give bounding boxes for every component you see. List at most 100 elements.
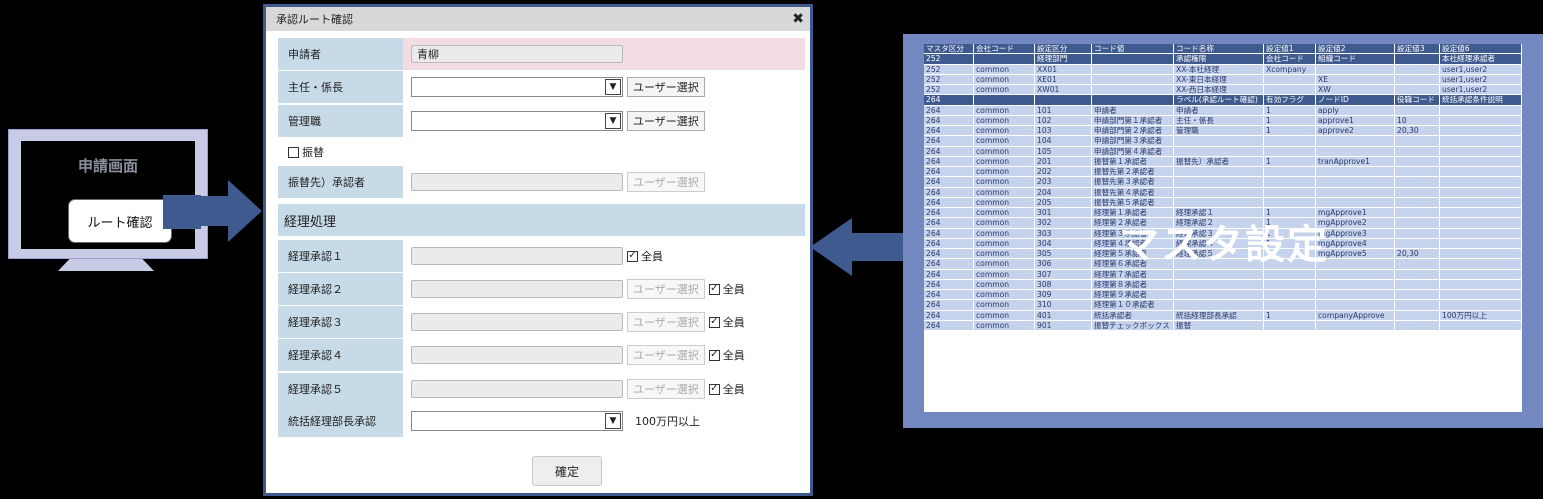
table-cell: 264 xyxy=(924,146,974,157)
accounting-user-select-button[interactable]: ユーザー選択 xyxy=(627,379,705,399)
table-cell xyxy=(1316,279,1395,290)
accounting-label: 経理承認３ xyxy=(278,306,403,338)
table-cell: XE xyxy=(1316,74,1395,85)
accounting-row-5: 経理承認５ ユーザー選択 ✓ 全員 xyxy=(278,373,805,405)
table-cell: 本社経理承認者 xyxy=(1440,54,1522,65)
table-cell xyxy=(1174,146,1264,157)
all-members-check[interactable]: ✓ 全員 xyxy=(708,347,745,363)
table-cell: XE01 xyxy=(1035,74,1092,85)
table-cell: 10 xyxy=(1395,115,1440,126)
transfer-checkbox-wrap[interactable]: 振替 xyxy=(288,144,324,160)
table-cell xyxy=(1092,74,1174,85)
check-icon[interactable]: ✓ xyxy=(708,283,720,295)
table-cell: 901 xyxy=(1035,320,1092,331)
table-cell: 310 xyxy=(1035,300,1092,311)
table-cell xyxy=(1440,115,1522,126)
table-row: 264 common 103 申請部門第２承認者 管理職 1 approve2 20,30 xyxy=(924,126,1522,137)
table-cell: 202 xyxy=(1035,167,1092,178)
table-row: 264 common 202 振替先第２承認者 xyxy=(924,167,1522,178)
manager-label: 管理職 xyxy=(278,105,403,137)
table-cell xyxy=(974,95,1035,106)
accounting-user-select-button[interactable]: ユーザー選択 xyxy=(627,312,705,332)
master-settings-label: マスタ設定 xyxy=(1119,222,1329,268)
accounting-row-4: 経理承認４ ユーザー選択 ✓ 全員 xyxy=(278,339,805,371)
table-row: 264 common 308 経理第８承認者 xyxy=(924,279,1522,290)
table-cell xyxy=(1395,228,1440,239)
transfer-checkbox-label: 振替 xyxy=(302,146,324,159)
table-row: 264 common 201 振替第１承認者 振替先）承認者 1 tranApprove1 xyxy=(924,156,1522,167)
director-row: 統括経理部長承認 ▼ 100万円以上 xyxy=(278,405,805,437)
table-cell: 307 xyxy=(1035,269,1092,280)
transfer-user-select-button[interactable]: ユーザー選択 xyxy=(627,172,705,192)
monitor-stand xyxy=(58,259,154,271)
table-cell: 統括承認者 xyxy=(1092,310,1174,321)
table-cell: common xyxy=(974,208,1035,219)
table-row: 264 common 310 経理第１０承認者 xyxy=(924,300,1522,311)
close-icon[interactable]: ✖ xyxy=(792,11,804,27)
manager-user-select-button[interactable]: ユーザー選択 xyxy=(627,111,705,131)
all-members-check[interactable]: ✓ 全員 xyxy=(627,248,663,264)
all-members-check[interactable]: ✓ 全員 xyxy=(708,381,745,397)
table-cell xyxy=(1395,208,1440,219)
table-cell xyxy=(1395,197,1440,208)
check-icon[interactable]: ✓ xyxy=(708,316,720,328)
table-row: 264 common 102 申請部門第１承認者 主任・係長 1 approve1 10 xyxy=(924,115,1522,126)
supervisor-select[interactable]: ▼ xyxy=(411,77,623,97)
route-check-button[interactable]: ルート確認 xyxy=(68,199,172,243)
table-cell: 主任・係長 xyxy=(1174,115,1264,126)
check-icon[interactable]: ✓ xyxy=(708,349,720,361)
table-cell: common xyxy=(974,259,1035,270)
table-cell: 264 xyxy=(924,187,974,198)
table-cell: 経理部門 xyxy=(1035,54,1092,65)
table-row: 264 common 204 振替先第４承認者 xyxy=(924,187,1522,198)
table-cell: 104 xyxy=(1035,136,1092,147)
manager-select[interactable]: ▼ xyxy=(411,111,623,131)
table-cell xyxy=(1395,259,1440,270)
confirm-button[interactable]: 確定 xyxy=(532,456,602,486)
transfer-checkbox[interactable] xyxy=(288,146,299,158)
table-cell: common xyxy=(974,290,1035,301)
check-icon[interactable]: ✓ xyxy=(627,250,638,262)
table-cell: 264 xyxy=(924,249,974,260)
table-cell: common xyxy=(974,64,1035,75)
table-cell: 264 xyxy=(924,115,974,126)
table-cell: common xyxy=(974,218,1035,229)
table-cell: 264 xyxy=(924,167,974,178)
applicant-field: 青柳 xyxy=(411,45,623,63)
table-cell: XX01 xyxy=(1035,64,1092,75)
table-cell: 申請部門第３承認者 xyxy=(1092,136,1174,147)
monitor-title: 申請画面 xyxy=(77,157,138,175)
supervisor-row: 主任・係長 ▼ ユーザー選択 xyxy=(278,71,805,103)
table-cell: 申請者 xyxy=(1092,105,1174,116)
all-members-check[interactable]: ✓ 全員 xyxy=(708,281,745,297)
table-cell xyxy=(1316,320,1395,331)
accounting-user-select-button[interactable]: ユーザー選択 xyxy=(627,279,705,299)
table-row: 252 common XX01 XX-本社経理 Xcompany user1,user2 xyxy=(924,64,1522,75)
table-cell: 経理第１０承認者 xyxy=(1092,300,1174,311)
table-cell xyxy=(1395,74,1440,85)
table-cell xyxy=(1440,218,1522,229)
table-row: 264 common 901 振替チェックボックス 振替 xyxy=(924,320,1522,331)
table-cell xyxy=(1264,74,1316,85)
table-cell: 264 xyxy=(924,95,974,106)
table-cell: 設定値1 xyxy=(1264,44,1316,55)
all-members-check[interactable]: ✓ 全員 xyxy=(708,314,745,330)
director-select[interactable]: ▼ xyxy=(411,411,623,431)
table-cell xyxy=(1316,187,1395,198)
table-cell xyxy=(1440,136,1522,147)
table-cell: 264 xyxy=(924,228,974,239)
accounting-user-select-button[interactable]: ユーザー選択 xyxy=(627,345,705,365)
table-cell: common xyxy=(974,146,1035,157)
table-cell xyxy=(1395,64,1440,75)
table-cell: common xyxy=(974,320,1035,331)
table-cell: common xyxy=(974,156,1035,167)
table-cell xyxy=(1316,290,1395,301)
applicant-row: 申請者 青柳 xyxy=(278,38,805,70)
table-row: 264 common 203 振替先第３承認者 xyxy=(924,177,1522,188)
accounting-row-3: 経理承認３ ユーザー選択 ✓ 全員 xyxy=(278,306,805,338)
supervisor-user-select-button[interactable]: ユーザー選択 xyxy=(627,77,705,97)
table-cell: 304 xyxy=(1035,238,1092,249)
table-cell: companyApprove xyxy=(1316,310,1395,321)
table-cell: user1,user2 xyxy=(1440,64,1522,75)
check-icon[interactable]: ✓ xyxy=(708,383,720,395)
